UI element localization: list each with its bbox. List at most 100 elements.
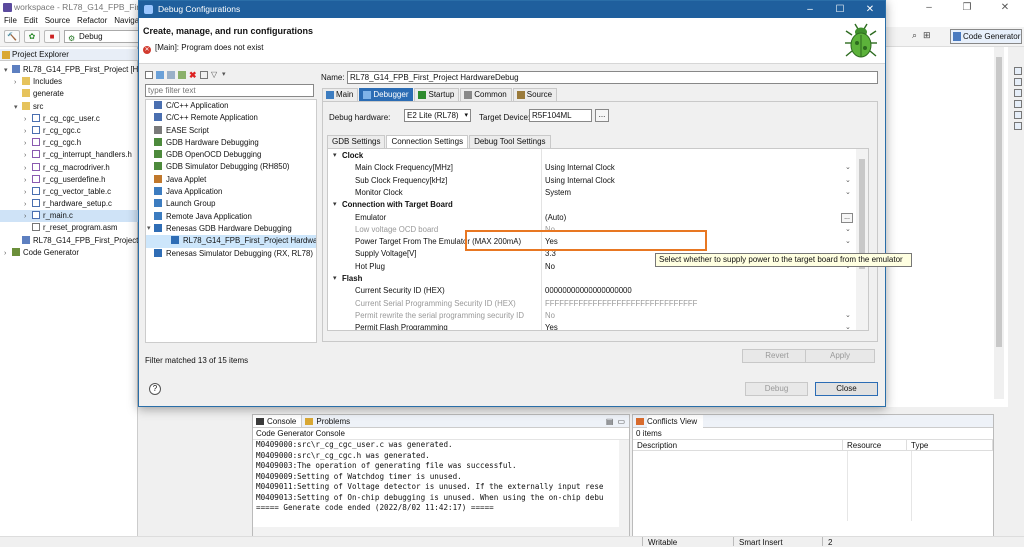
config-tree-item[interactable]: Remote Java Application xyxy=(146,211,316,223)
memory-view-icon[interactable] xyxy=(1014,100,1022,108)
tree-item[interactable]: › Code Generator xyxy=(0,247,138,259)
chevron-down-icon[interactable]: ⌄ xyxy=(845,162,851,174)
close-button[interactable]: Close xyxy=(815,382,878,396)
config-tree-item[interactable]: Java Application xyxy=(146,186,316,198)
property-row[interactable]: Permit Flash Programming Yes ⌄ xyxy=(328,322,855,330)
tree-item[interactable]: › r_cg_vector_table.c xyxy=(0,186,138,198)
tree-item[interactable]: › r_cg_macrodriver.h xyxy=(0,162,138,174)
collapse-arrow-icon[interactable]: ▾ xyxy=(333,150,337,162)
expand-arrow-icon[interactable]: ▾ xyxy=(14,102,22,113)
tab-conflicts-view[interactable]: Conflicts View xyxy=(647,415,704,428)
tab-debugger[interactable]: Debugger xyxy=(359,88,414,101)
property-category[interactable]: ▾ Flash xyxy=(328,273,855,285)
subtab-gdb-settings[interactable]: GDB Settings xyxy=(327,135,386,148)
code-generator-perspective-button[interactable]: Code Generator xyxy=(950,29,1022,44)
expand-arrow-icon[interactable]: › xyxy=(24,187,32,198)
open-perspective-icon[interactable]: ⊞ xyxy=(923,30,931,41)
chevron-down-icon[interactable]: ⌄ xyxy=(845,224,851,236)
console-vertical-scrollbar[interactable] xyxy=(619,440,629,538)
properties-vertical-scrollbar[interactable] xyxy=(856,149,868,330)
expand-arrow-icon[interactable]: › xyxy=(24,138,32,149)
tab-console[interactable]: Console xyxy=(253,415,303,427)
tree-item[interactable]: ▾ RL78_G14_FPB_First_Project [H xyxy=(0,64,138,76)
config-tree-item[interactable]: GDB Hardware Debugging xyxy=(146,137,316,149)
property-row[interactable]: Sub Clock Frequency[kHz] Using Internal C… xyxy=(328,175,855,187)
close-icon[interactable]: ✕ xyxy=(986,0,1024,15)
minimize-icon[interactable]: – xyxy=(910,0,948,15)
filter-input[interactable] xyxy=(145,84,314,97)
debug-bug-icon[interactable]: ✿ xyxy=(24,30,40,43)
debug-hardware-select[interactable]: E2 Lite (RL78) ▾ xyxy=(404,109,471,122)
expand-arrow-icon[interactable]: ▾ xyxy=(4,65,12,76)
tab-startup[interactable]: Startup xyxy=(414,88,460,101)
clear-console-icon[interactable]: ▤ xyxy=(606,417,614,426)
config-tree-item[interactable]: RL78_G14_FPB_First_Project HardwareI xyxy=(146,235,316,248)
collapse-arrow-icon[interactable]: ▾ xyxy=(333,199,337,211)
subtab-debug-tool-settings[interactable]: Debug Tool Settings xyxy=(469,135,551,148)
property-row[interactable]: Emulator (Auto)... xyxy=(328,212,855,224)
outline-view-icon[interactable] xyxy=(1014,67,1022,75)
debug-button[interactable]: Debug xyxy=(745,382,808,396)
scrollbar-thumb[interactable] xyxy=(996,57,1002,347)
column-header-resource[interactable]: Resource xyxy=(843,440,907,450)
dialog-maximize-icon[interactable]: ☐ xyxy=(825,1,855,18)
minimize-view-icon[interactable]: ▭ xyxy=(617,417,625,426)
chevron-down-icon[interactable]: ⌄ xyxy=(845,187,851,199)
menu-item-source[interactable]: Source xyxy=(45,15,70,27)
tree-item[interactable]: › r_cg_cgc.h xyxy=(0,137,138,149)
search-icon[interactable]: ⌕ xyxy=(912,30,917,41)
property-row[interactable]: Current Security ID (HEX) 000000000000000… xyxy=(328,285,855,297)
tree-item[interactable]: › r_cg_interrupt_handlers.h xyxy=(0,149,138,161)
expand-arrow-icon[interactable]: › xyxy=(24,211,32,222)
revert-button[interactable]: Revert xyxy=(742,349,812,363)
collapse-arrow-icon[interactable]: ▾ xyxy=(333,273,337,285)
target-device-browse-button[interactable]: ... xyxy=(595,109,609,122)
delete-config-icon[interactable]: ✖ xyxy=(189,70,197,79)
config-tree-item[interactable]: EASE Script xyxy=(146,125,316,137)
expand-arrow-icon[interactable]: › xyxy=(24,163,32,174)
dialog-minimize-icon[interactable]: – xyxy=(795,1,825,18)
tree-item[interactable]: › r_main.c xyxy=(0,210,138,223)
config-tree-item[interactable]: Renesas Simulator Debugging (RX, RL78) xyxy=(146,248,316,260)
tree-item[interactable]: › r_cg_cgc.c xyxy=(0,125,138,137)
property-category[interactable]: ▾ Clock xyxy=(328,150,855,162)
expand-arrow-icon[interactable]: › xyxy=(24,175,32,186)
tab-problems[interactable]: Problems xyxy=(302,415,355,427)
build-hammer-icon[interactable]: 🔨 xyxy=(4,30,20,43)
property-row[interactable]: Current Serial Programming Security ID (… xyxy=(328,298,855,310)
expressions-view-icon[interactable] xyxy=(1014,122,1022,130)
browse-ellipsis-button[interactable]: ... xyxy=(841,212,853,223)
tree-item[interactable]: › r_cg_cgc_user.c xyxy=(0,113,138,125)
new-prototype-icon[interactable] xyxy=(156,70,164,79)
new-config-icon[interactable] xyxy=(145,70,153,79)
tree-item[interactable]: RL78_G14_FPB_First_Project H xyxy=(0,235,138,247)
column-header-description[interactable]: Description xyxy=(633,440,843,450)
expand-arrow-icon[interactable]: › xyxy=(24,199,32,210)
property-row[interactable]: Main Clock Frequency[MHz] Using Internal … xyxy=(328,162,855,174)
stop-icon[interactable]: ■ xyxy=(44,30,60,43)
property-category[interactable]: ▾ Connection with Target Board xyxy=(328,199,855,211)
name-field[interactable]: RL78_G14_FPB_First_Project HardwareDebug xyxy=(347,71,878,84)
filter-icon[interactable]: ▽ xyxy=(211,70,219,79)
maximize-icon[interactable]: ❐ xyxy=(948,0,986,15)
menu-item-refactor[interactable]: Refactor xyxy=(77,15,107,27)
chevron-down-icon[interactable]: ⌄ xyxy=(845,175,851,187)
duplicate-config-icon[interactable] xyxy=(178,70,186,79)
config-tree-item[interactable]: C/C++ Remote Application xyxy=(146,112,316,124)
config-tree-item[interactable]: GDB Simulator Debugging (RH850) xyxy=(146,161,316,173)
task-view-icon[interactable] xyxy=(1014,89,1022,97)
expand-arrow-icon[interactable]: › xyxy=(14,77,22,88)
launch-mode-combo[interactable]: ⚙ Debug xyxy=(64,30,139,43)
target-device-field[interactable]: R5F104ML xyxy=(529,109,592,122)
tab-source[interactable]: Source xyxy=(512,88,558,101)
tree-item[interactable]: › Includes xyxy=(0,76,138,88)
menu-item-edit[interactable]: Edit xyxy=(24,15,38,27)
menu-item-naviga[interactable]: Naviga xyxy=(114,15,139,27)
config-tree-item[interactable]: Launch Group xyxy=(146,198,316,210)
tree-item[interactable]: ▾ src xyxy=(0,101,138,113)
expand-arrow-icon[interactable]: › xyxy=(24,150,32,161)
tree-item[interactable]: › r_hardware_setup.c xyxy=(0,198,138,210)
properties-view-icon[interactable] xyxy=(1014,78,1022,86)
tree-item[interactable]: › r_cg_userdefine.h xyxy=(0,174,138,186)
dialog-close-icon[interactable]: ✕ xyxy=(855,1,885,18)
